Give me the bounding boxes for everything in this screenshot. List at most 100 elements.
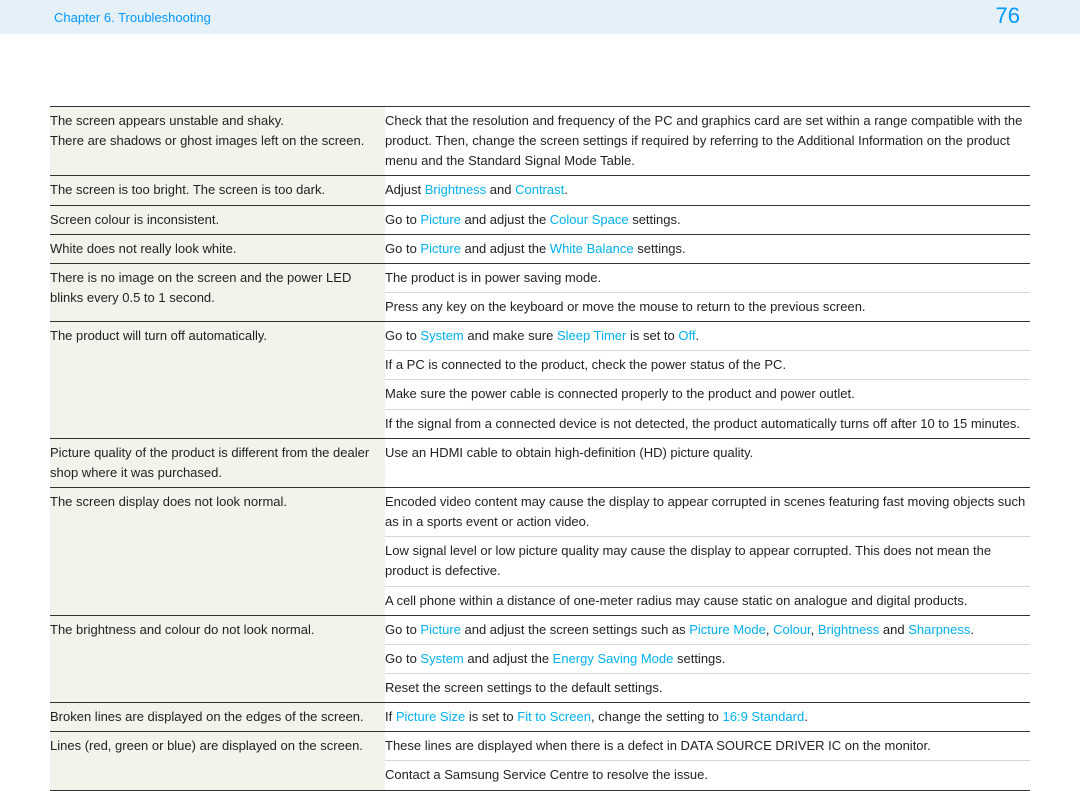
table-group: The product will turn off automatically.… (50, 322, 1030, 439)
table-row: Screen colour is inconsistent.Go to Pict… (50, 205, 1030, 234)
symptom-cell: Lines (red, green or blue) are displayed… (50, 732, 385, 790)
table-group: Screen colour is inconsistent.Go to Pict… (50, 205, 1030, 234)
symptom-line: Broken lines are displayed on the edges … (50, 707, 381, 727)
symptom-cell: Screen colour is inconsistent. (50, 205, 385, 234)
text-run: If a PC is connected to the product, che… (385, 357, 786, 372)
text-run: is set to (626, 328, 678, 343)
text-run: . (970, 622, 974, 637)
text-run: Colour Space (550, 212, 629, 227)
text-run: 16:9 Standard (723, 709, 805, 724)
text-run: Picture (420, 212, 460, 227)
text-run: . (696, 328, 700, 343)
symptom-line: White does not really look white. (50, 239, 381, 259)
text-run: Adjust (385, 182, 425, 197)
table-group: There is no image on the screen and the … (50, 263, 1030, 321)
symptom-line: Screen colour is inconsistent. (50, 210, 381, 230)
text-run: If (385, 709, 396, 724)
text-run: and adjust the (464, 651, 553, 666)
symptom-cell: Broken lines are displayed on the edges … (50, 703, 385, 732)
solution-cell: If a PC is connected to the product, che… (385, 351, 1030, 380)
table-row: The product will turn off automatically.… (50, 322, 1030, 351)
page-number: 76 (996, 3, 1020, 29)
solution-cell: Go to Picture and adjust the White Balan… (385, 234, 1030, 263)
solution-cell: If the signal from a connected device is… (385, 409, 1030, 438)
text-run: Low signal level or low picture quality … (385, 543, 991, 578)
table-group: Picture quality of the product is differ… (50, 438, 1030, 487)
text-run: , (766, 622, 773, 637)
text-run: White Balance (550, 241, 634, 256)
solution-cell: Go to Picture and adjust the screen sett… (385, 615, 1030, 644)
table-row: White does not really look white.Go to P… (50, 234, 1030, 263)
solution-cell: Encoded video content may cause the disp… (385, 487, 1030, 536)
solution-cell: Adjust Brightness and Contrast. (385, 176, 1030, 205)
text-run: and (879, 622, 908, 637)
text-run: These lines are displayed when there is … (385, 738, 931, 753)
table-group: The brightness and colour do not look no… (50, 615, 1030, 702)
text-run: A cell phone within a distance of one-me… (385, 593, 967, 608)
table-group: White does not really look white.Go to P… (50, 234, 1030, 263)
solution-cell: Press any key on the keyboard or move th… (385, 292, 1030, 321)
text-run: , change the setting to (591, 709, 723, 724)
text-run: The product is in power saving mode. (385, 270, 601, 285)
solution-cell: Reset the screen settings to the default… (385, 673, 1030, 702)
symptom-cell: There is no image on the screen and the … (50, 263, 385, 321)
text-run: Brightness (818, 622, 879, 637)
symptom-cell: The screen is too bright. The screen is … (50, 176, 385, 205)
symptom-line: There is no image on the screen and the … (50, 268, 381, 308)
table-row: There is no image on the screen and the … (50, 263, 1030, 292)
text-run: Go to (385, 622, 420, 637)
text-run: , (811, 622, 818, 637)
solution-cell: Make sure the power cable is connected p… (385, 380, 1030, 409)
solution-cell: Low signal level or low picture quality … (385, 537, 1030, 586)
table-group: The screen display does not look normal.… (50, 487, 1030, 615)
text-run: Energy Saving Mode (553, 651, 674, 666)
text-run: Encoded video content may cause the disp… (385, 494, 1025, 529)
solution-cell: If Picture Size is set to Fit to Screen,… (385, 703, 1030, 732)
table-group: The screen appears unstable and shaky.Th… (50, 107, 1030, 176)
table-row: The brightness and colour do not look no… (50, 615, 1030, 644)
symptom-line: The brightness and colour do not look no… (50, 620, 381, 640)
text-run: Go to (385, 328, 420, 343)
text-run: Sleep Timer (557, 328, 626, 343)
text-run: and adjust the screen settings such as (461, 622, 689, 637)
symptom-line: Lines (red, green or blue) are displayed… (50, 736, 381, 756)
text-run: and adjust the (461, 212, 550, 227)
symptom-cell: Picture quality of the product is differ… (50, 438, 385, 487)
symptom-cell: The screen display does not look normal. (50, 487, 385, 615)
text-run: Picture (420, 622, 460, 637)
chapter-title: Chapter 6. Troubleshooting (54, 10, 211, 25)
solution-cell: Check that the resolution and frequency … (385, 107, 1030, 176)
table-row: The screen display does not look normal.… (50, 487, 1030, 536)
table-row: Lines (red, green or blue) are displayed… (50, 732, 1030, 761)
table-row: Picture quality of the product is differ… (50, 438, 1030, 487)
text-run: and adjust the (461, 241, 550, 256)
text-run: Picture Mode (689, 622, 766, 637)
table-row: The screen appears unstable and shaky.Th… (50, 107, 1030, 176)
text-run: Off (678, 328, 695, 343)
content-area: The screen appears unstable and shaky.Th… (0, 34, 1080, 791)
solution-cell: The product is in power saving mode. (385, 263, 1030, 292)
text-run: Picture (420, 241, 460, 256)
text-run: Fit to Screen (517, 709, 591, 724)
symptom-cell: The brightness and colour do not look no… (50, 615, 385, 702)
text-run: Press any key on the keyboard or move th… (385, 299, 866, 314)
text-run: Brightness (425, 182, 486, 197)
symptom-cell: The screen appears unstable and shaky.Th… (50, 107, 385, 176)
text-run: settings. (634, 241, 686, 256)
table-group: Broken lines are displayed on the edges … (50, 703, 1030, 732)
text-run: Contact a Samsung Service Centre to reso… (385, 767, 708, 782)
text-run: and (486, 182, 515, 197)
text-run: Reset the screen settings to the default… (385, 680, 663, 695)
table-group: The screen is too bright. The screen is … (50, 176, 1030, 205)
symptom-line: The product will turn off automatically. (50, 326, 381, 346)
text-run: Colour (773, 622, 811, 637)
text-run: and make sure (464, 328, 557, 343)
text-run: System (420, 328, 463, 343)
solution-cell: These lines are displayed when there is … (385, 732, 1030, 761)
text-run: Contrast (515, 182, 564, 197)
table-row: The screen is too bright. The screen is … (50, 176, 1030, 205)
solution-cell: Use an HDMI cable to obtain high-definit… (385, 438, 1030, 487)
solution-cell: A cell phone within a distance of one-me… (385, 586, 1030, 615)
symptom-line: There are shadows or ghost images left o… (50, 131, 381, 151)
text-run: . (804, 709, 808, 724)
